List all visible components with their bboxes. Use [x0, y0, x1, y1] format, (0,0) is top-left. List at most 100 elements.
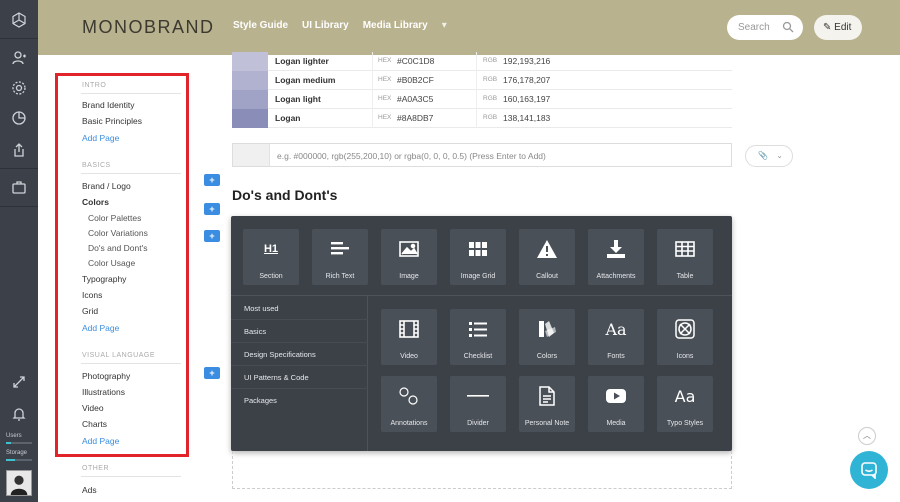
- sidebar-item-charts[interactable]: Charts: [82, 419, 107, 429]
- sidebar-item-illustrations[interactable]: Illustrations: [82, 387, 125, 397]
- sidebar-item-brand-logo[interactable]: Brand / Logo: [82, 181, 131, 191]
- nav-ui-library[interactable]: UI Library: [302, 20, 349, 31]
- analytics-icon[interactable]: [9, 108, 29, 128]
- scroll-to-top-button[interactable]: ︿: [858, 427, 876, 445]
- sidebar-item-photography[interactable]: Photography: [82, 371, 130, 381]
- notifications-icon[interactable]: [9, 404, 29, 424]
- brand-logo[interactable]: MONOBRAND: [82, 17, 215, 38]
- block-tile-media[interactable]: Media: [588, 376, 644, 432]
- block-tile-table[interactable]: Table: [657, 229, 713, 285]
- edit-button[interactable]: ✎ Edit: [814, 15, 862, 40]
- block-tile-callout[interactable]: Callout: [519, 229, 575, 285]
- heading-icon: H1: [263, 243, 279, 255]
- add-page-link-intro[interactable]: Add Page: [82, 133, 119, 143]
- block-tile-image-grid[interactable]: Image Grid: [450, 229, 506, 285]
- rgb-value: 192,193,216: [503, 56, 551, 66]
- avatar[interactable]: [6, 470, 32, 496]
- block-tile-attachments[interactable]: Attachments: [588, 229, 644, 285]
- tile-label: Section: [259, 273, 283, 280]
- warning-icon: [535, 238, 559, 260]
- block-tile-typo-styles[interactable]: Aa Typo Styles: [657, 376, 713, 432]
- hex-label: HEX: [378, 114, 392, 121]
- block-tile-colors[interactable]: Colors: [519, 309, 575, 365]
- category-basics[interactable]: Basics: [244, 327, 266, 336]
- rgb-label: RGB: [483, 95, 498, 102]
- share-icon[interactable]: [9, 140, 29, 160]
- attachment-dropdown[interactable]: 📎 ⌄: [745, 145, 793, 167]
- grid-icon: [466, 238, 490, 260]
- category-most-used[interactable]: Most used: [244, 304, 279, 313]
- nav-media-library[interactable]: Media Library: [363, 20, 428, 31]
- settings-icon[interactable]: [9, 78, 29, 98]
- category-design-specifications[interactable]: Design Specifications: [244, 350, 316, 359]
- color-name: Logan medium: [275, 75, 336, 85]
- text-lines-icon: [328, 238, 352, 260]
- table-icon: [673, 238, 697, 260]
- block-tile-fonts[interactable]: Aa Fonts: [588, 309, 644, 365]
- block-tile-rich-text[interactable]: Rich Text: [312, 229, 368, 285]
- nav-more-dropdown[interactable]: ▾: [442, 20, 447, 31]
- color-row[interactable]: Logan HEX #8A8DB7 RGB 138,141,183: [232, 109, 732, 128]
- tile-label: Fonts: [607, 353, 625, 360]
- users-icon[interactable]: [9, 48, 29, 68]
- add-page-link-visual[interactable]: Add Page: [82, 436, 119, 446]
- sidebar-item-color-palettes[interactable]: Color Palettes: [88, 213, 141, 223]
- briefcase-icon[interactable]: [9, 177, 29, 197]
- block-tile-video[interactable]: Video: [381, 309, 437, 365]
- sidebar-item-ads[interactable]: Ads: [82, 485, 97, 495]
- sidebar-item-brand-identity[interactable]: Brand Identity: [82, 100, 134, 110]
- users-quota-bar: [6, 442, 32, 444]
- divider-icon: [466, 385, 490, 407]
- icons-icon: [673, 318, 697, 340]
- sidebar-item-color-variations[interactable]: Color Variations: [88, 228, 148, 238]
- image-icon: [397, 238, 421, 260]
- paperclip-icon: 📎: [758, 151, 768, 160]
- main-nav: Style Guide UI Library Media Library ▾: [233, 20, 447, 31]
- category-ui-patterns[interactable]: UI Patterns & Code: [244, 373, 309, 382]
- sidebar-item-video[interactable]: Video: [82, 403, 104, 413]
- hex-value: #A0A3C5: [397, 94, 434, 104]
- block-tile-personal-note[interactable]: Personal Note: [519, 376, 575, 432]
- block-tile-icons[interactable]: Icons: [657, 309, 713, 365]
- drop-zone[interactable]: [232, 451, 732, 489]
- chat-button[interactable]: [850, 451, 888, 489]
- insert-block-button[interactable]: +: [204, 174, 220, 186]
- nav-style-guide[interactable]: Style Guide: [233, 20, 288, 31]
- color-row[interactable]: Logan lighter HEX #C0C1D8 RGB 192,193,21…: [232, 52, 732, 71]
- top-header: MONOBRAND Style Guide UI Library Media L…: [38, 0, 900, 55]
- block-tile-divider[interactable]: Divider: [450, 376, 506, 432]
- expand-icon[interactable]: [9, 372, 29, 392]
- sidebar-item-basic-principles[interactable]: Basic Principles: [82, 116, 142, 126]
- note-icon: [535, 385, 559, 407]
- sidebar-item-colors[interactable]: Colors: [82, 197, 109, 207]
- insert-block-button[interactable]: +: [204, 367, 220, 379]
- film-icon: [397, 318, 421, 340]
- color-swatch: [232, 90, 268, 109]
- add-color-input[interactable]: e.g. #000000, rgb(255,200,10) or rgba(0,…: [232, 143, 732, 167]
- tile-label: Annotations: [390, 420, 428, 427]
- color-row[interactable]: Logan light HEX #A0A3C5 RGB 160,163,197: [232, 90, 732, 109]
- category-packages[interactable]: Packages: [244, 396, 277, 405]
- search-input[interactable]: Search: [727, 15, 803, 40]
- users-quota-label: Users: [6, 433, 22, 439]
- insert-block-button[interactable]: +: [204, 230, 220, 242]
- sidebar-item-color-usage[interactable]: Color Usage: [88, 258, 135, 268]
- sidebar-item-typography[interactable]: Typography: [82, 274, 126, 284]
- block-tile-image[interactable]: Image: [381, 229, 437, 285]
- block-tile-checklist[interactable]: Checklist: [450, 309, 506, 365]
- app-logo-icon[interactable]: [9, 10, 29, 30]
- hex-label: HEX: [378, 76, 392, 83]
- hex-value: #B0B2CF: [397, 75, 434, 85]
- block-tile-section[interactable]: H1 Section: [243, 229, 299, 285]
- play-icon: [604, 385, 628, 407]
- insert-block-button[interactable]: +: [204, 203, 220, 215]
- sidebar-item-dos-and-donts[interactable]: Do's and Dont's: [88, 243, 147, 253]
- block-tile-annotations[interactable]: Annotations: [381, 376, 437, 432]
- add-page-link-basics[interactable]: Add Page: [82, 323, 119, 333]
- section-label-basics: BASICS: [82, 162, 111, 169]
- sidebar-item-grid[interactable]: Grid: [82, 306, 98, 316]
- color-swatch: [232, 109, 268, 128]
- tile-label: Divider: [467, 420, 489, 427]
- sidebar-item-icons[interactable]: Icons: [82, 290, 102, 300]
- color-row[interactable]: Logan medium HEX #B0B2CF RGB 176,178,207: [232, 71, 732, 90]
